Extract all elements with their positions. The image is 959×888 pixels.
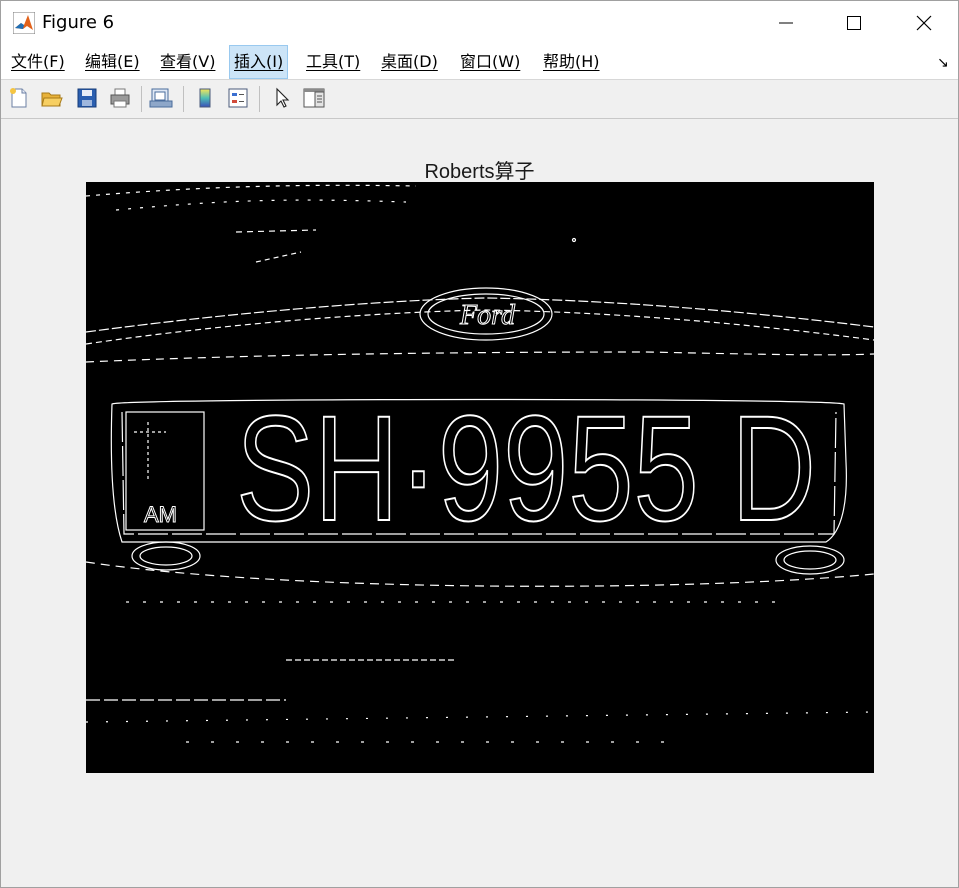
link-figure-button[interactable] xyxy=(148,85,174,111)
edit-plot-button[interactable] xyxy=(269,85,295,111)
insert-legend-button[interactable] xyxy=(225,85,251,111)
plate-left-label: AM xyxy=(144,502,177,527)
menu-window[interactable]: 窗口(W) xyxy=(456,49,524,75)
maximize-button[interactable] xyxy=(819,1,888,45)
menu-insert[interactable]: 插入(I) xyxy=(229,45,289,79)
maximize-icon xyxy=(846,16,861,30)
insert-colorbar-icon xyxy=(199,88,211,108)
print-button[interactable] xyxy=(107,85,133,111)
menu-tools[interactable]: 工具(T) xyxy=(302,49,364,75)
edit-plot-icon xyxy=(276,87,290,108)
figure-window: Figure 6 文件(F) 编辑(E) 查看(V) 插入(I) 工具(T) 桌… xyxy=(0,0,959,888)
insert-colorbar-button[interactable] xyxy=(192,85,218,111)
insert-legend-icon xyxy=(228,88,248,108)
new-figure-button[interactable] xyxy=(6,85,32,111)
axes-title: Roberts算子 xyxy=(424,161,535,183)
toolbar-separator xyxy=(141,86,142,112)
save-button[interactable] xyxy=(74,85,100,111)
menu-desktop[interactable]: 桌面(D) xyxy=(377,49,442,75)
toolbar xyxy=(1,80,958,119)
close-button[interactable] xyxy=(889,1,958,45)
menu-view[interactable]: 查看(V) xyxy=(156,49,219,75)
new-figure-icon xyxy=(10,88,27,108)
toolbar-separator xyxy=(259,86,260,112)
save-icon xyxy=(77,88,97,108)
figure-canvas: Roberts算子 SH·9955 D AM Ford xyxy=(1,119,958,887)
window-title: Figure 6 xyxy=(42,12,115,33)
edge-image[interactable]: SH·9955 D AM Ford xyxy=(86,182,874,773)
minimize-button[interactable] xyxy=(751,1,820,45)
close-icon xyxy=(916,15,931,31)
menu-file[interactable]: 文件(F) xyxy=(7,49,69,75)
emblem-logo: Ford xyxy=(459,300,516,331)
toolbar-separator xyxy=(183,86,184,112)
property-inspector-icon xyxy=(303,88,325,108)
menu-edit[interactable]: 编辑(E) xyxy=(81,49,144,75)
property-inspector-button[interactable] xyxy=(301,85,327,111)
link-figure-icon xyxy=(149,88,173,108)
title-bar[interactable]: Figure 6 xyxy=(1,1,958,45)
menu-bar: 文件(F) 编辑(E) 查看(V) 插入(I) 工具(T) 桌面(D) 窗口(W… xyxy=(1,45,958,80)
open-file-icon xyxy=(41,92,63,107)
menu-overflow-icon[interactable]: ↘ xyxy=(937,55,949,71)
print-icon xyxy=(110,88,130,108)
minimize-icon xyxy=(778,22,793,24)
open-file-button[interactable] xyxy=(39,85,65,111)
matlab-icon xyxy=(13,12,35,34)
menu-help[interactable]: 帮助(H) xyxy=(539,49,604,75)
plate-characters: SH·9955 D xyxy=(236,384,816,552)
